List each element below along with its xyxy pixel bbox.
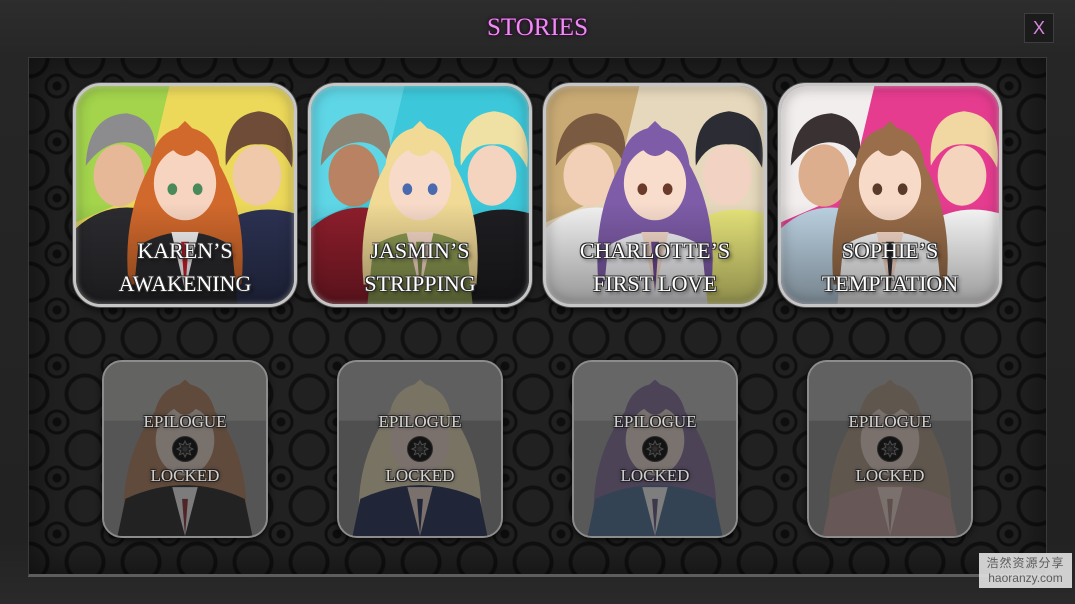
story-title: SOPHIE’S TEMPTATION <box>781 234 999 300</box>
epilogue-card-jasmin[interactable]: EPILOGUE LOCKED <box>337 360 503 538</box>
watermark: 浩然资源分享 haoranzy.com <box>979 553 1072 588</box>
story-title-line1: JASMIN’S <box>370 238 470 263</box>
close-icon: X <box>1032 18 1045 38</box>
story-title-line1: SOPHIE’S <box>841 238 939 263</box>
story-title: KAREN’S AWAKENING <box>76 234 294 300</box>
epilogue-card-sophie[interactable]: EPILOGUE LOCKED <box>807 360 973 538</box>
epilogue-label: EPILOGUE <box>143 412 227 431</box>
stories-screen: STORIES X KAREN’S AWAKENING JASMIN’S STR… <box>0 0 1075 604</box>
header-bar: STORIES X <box>0 0 1075 57</box>
lock-icon <box>877 436 903 462</box>
lock-icon <box>172 436 198 462</box>
close-button[interactable]: X <box>1024 13 1054 43</box>
story-title-line2: TEMPTATION <box>821 271 959 296</box>
epilogue-label: EPILOGUE <box>613 412 697 431</box>
story-title-line2: STRIPPING <box>364 271 476 296</box>
watermark-line1: 浩然资源分享 <box>986 556 1065 570</box>
watermark-line2: haoranzy.com <box>988 571 1063 585</box>
stories-panel: KAREN’S AWAKENING JASMIN’S STRIPPING CHA… <box>28 57 1047 577</box>
page-title: STORIES <box>487 14 588 41</box>
story-title-line1: KAREN’S <box>137 238 233 263</box>
locked-label: LOCKED <box>855 466 925 485</box>
locked-label: LOCKED <box>150 466 220 485</box>
story-card-karen[interactable]: KAREN’S AWAKENING <box>73 83 297 307</box>
story-title-line1: CHARLOTTE’S <box>579 238 731 263</box>
epilogue-card-karen[interactable]: EPILOGUE LOCKED <box>102 360 268 538</box>
lock-icon <box>407 436 433 462</box>
story-card-sophie[interactable]: SOPHIE’S TEMPTATION <box>778 83 1002 307</box>
story-card-charlotte[interactable]: CHARLOTTE’S FIRST LOVE <box>543 83 767 307</box>
epilogue-card-charlotte[interactable]: EPILOGUE LOCKED <box>572 360 738 538</box>
lock-icon <box>642 436 668 462</box>
story-title-line2: FIRST LOVE <box>593 271 717 296</box>
story-title: JASMIN’S STRIPPING <box>311 234 529 300</box>
story-title-line2: AWAKENING <box>118 271 252 296</box>
epilogue-label: EPILOGUE <box>378 412 462 431</box>
locked-label: LOCKED <box>620 466 690 485</box>
story-card-jasmin[interactable]: JASMIN’S STRIPPING <box>308 83 532 307</box>
locked-label: LOCKED <box>385 466 455 485</box>
story-title: CHARLOTTE’S FIRST LOVE <box>546 234 764 300</box>
epilogue-label: EPILOGUE <box>848 412 932 431</box>
